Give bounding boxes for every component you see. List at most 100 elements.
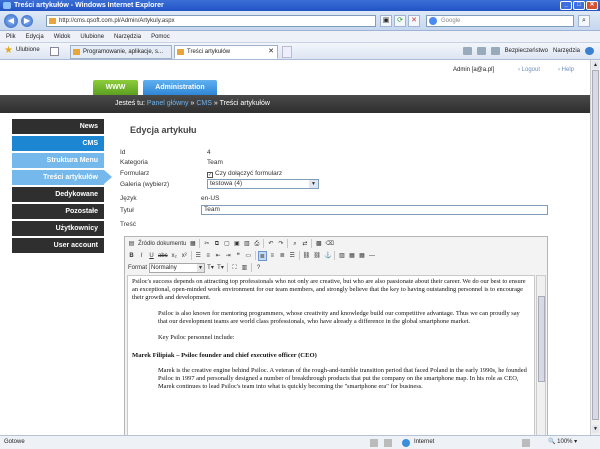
popup-blocker-icon[interactable] [522,439,530,447]
browser-tab-tresci[interactable]: Treści artykułów ✕ [174,45,278,59]
rss-feed-icon[interactable] [462,47,472,55]
copy-icon[interactable]: ⧉ [212,239,221,249]
close-window-button[interactable]: ✕ [586,1,598,10]
blockquote-icon[interactable]: ❝ [234,251,243,261]
menu-item-narzedzia[interactable]: Narzędzia [114,31,141,42]
paste-icon[interactable]: ▢ [222,239,231,249]
print-icon[interactable] [490,47,500,55]
scroll-up-icon[interactable]: ▲ [592,61,599,69]
select-all-icon[interactable]: ▩ [314,239,323,249]
italic-button[interactable]: I [137,251,146,261]
tab-close-icon[interactable]: ✕ [268,46,274,58]
align-right-icon[interactable]: ≣ [278,251,287,261]
div-icon[interactable]: ▭ [244,251,253,261]
sidebar-item-news[interactable]: News [12,119,104,134]
templates-icon[interactable]: ▦ [188,239,197,249]
administration-button[interactable]: Administration [143,80,217,95]
scroll-down-icon[interactable]: ▼ [592,425,599,433]
favorites-button[interactable]: Ulubione [16,47,40,53]
editor-scrollbar[interactable] [536,275,546,435]
sidebar-item-dedykowane[interactable]: Dedykowane [12,187,104,202]
tools-menu[interactable]: Narzędzia [553,47,580,56]
security-zone[interactable]: Internet [402,436,434,449]
flash-icon[interactable]: ▦ [347,251,356,261]
sidebar-item-struktura-menu[interactable]: Struktura Menu [12,153,104,168]
stop-button[interactable]: ✕ [408,15,420,27]
zoom-control[interactable]: 🔍 100% ▾ [548,436,577,449]
formularz-checkbox[interactable]: ✓ [207,172,213,178]
maximize-button[interactable]: □ [573,1,585,10]
strike-button[interactable]: abc [157,251,169,261]
search-button[interactable]: ⌕ [578,15,590,27]
quick-tabs-icon[interactable] [50,47,59,56]
menu-item-edycja[interactable]: Edycja [26,31,44,42]
bg-color-icon[interactable]: T▾ [216,263,225,273]
bold-button[interactable]: B [127,251,136,261]
compat-view-button[interactable]: ▣ [380,15,392,27]
mail-icon[interactable] [476,47,486,55]
menu-item-pomoc[interactable]: Pomoc [151,31,170,42]
paste-word-icon[interactable]: ▥ [242,239,251,249]
align-left-icon[interactable]: ≣ [257,250,267,261]
sidebar-item-cms[interactable]: CMS [12,136,104,151]
tytul-input[interactable]: Team [201,205,548,215]
remove-format-icon[interactable]: ⌫ [324,239,334,249]
page-scrollbar[interactable]: ▲ ▼ [590,60,600,435]
image-icon[interactable]: ▨ [337,251,346,261]
galeria-select[interactable]: testowa (4) ▼ [207,179,319,189]
underline-button[interactable]: U [147,251,156,261]
unlink-icon[interactable]: ⛓ [312,251,322,261]
show-blocks-icon[interactable]: ▥ [240,263,249,273]
sidebar-item-user-account[interactable]: User account [12,238,104,253]
indent-icon[interactable]: ⇥ [224,251,233,261]
format-combo[interactable]: Normalny ▼ [149,262,206,273]
help-link[interactable]: › Help [558,67,574,73]
source-icon[interactable]: ▤ [127,239,136,249]
horizontal-rule-icon[interactable]: ― [367,251,376,261]
menu-item-plik[interactable]: Plik [6,31,16,42]
table-icon[interactable]: ▦ [357,251,366,261]
refresh-button[interactable]: ⟳ [394,15,406,27]
find-icon[interactable]: ⌕ [290,239,299,249]
minimize-button[interactable]: _ [560,1,572,10]
justify-icon[interactable]: ☰ [288,251,297,261]
sidebar-item-tresci-artykulow[interactable]: Treści artykułów [12,170,112,185]
browser-tab-programowanie[interactable]: Programowanie, aplikacje, s... [70,45,172,59]
new-tab-button[interactable] [282,46,292,58]
replace-icon[interactable]: ⇄ [300,239,309,249]
security-menu[interactable]: Bezpieczeństwo [505,47,548,56]
editor-scrollbar-thumb[interactable] [538,296,545,382]
editor-content-area[interactable]: Psiloc's success depends on attracting t… [127,275,535,435]
page-scrollbar-thumb[interactable] [592,70,599,420]
sidebar-item-pozostale[interactable]: Pozostałe [12,204,104,219]
source-button[interactable]: Źródło dokumentu [137,239,187,249]
logout-link[interactable]: › Logout [518,67,540,73]
breadcrumb-home-link[interactable]: Panel główny [147,100,189,107]
print-icon[interactable]: ⎙ [252,239,261,249]
paste-text-icon[interactable]: ▣ [232,239,241,249]
maximize-icon[interactable]: ⛶ [230,263,239,273]
forward-button[interactable]: ▶ [21,15,33,27]
favorites-star-icon[interactable]: ★ [4,46,13,56]
menu-item-widok[interactable]: Widok [54,31,71,42]
outdent-icon[interactable]: ⇤ [214,251,223,261]
back-button[interactable]: ◀ [4,14,18,28]
redo-icon[interactable]: ↷ [276,239,285,249]
address-input[interactable]: http://cms.qsoft.com.pl/Admin/Artykuly.a… [46,15,376,27]
bulleted-list-icon[interactable]: ≡ [204,251,213,261]
www-button[interactable]: WWW [93,80,138,95]
anchor-icon[interactable]: ⚓ [323,251,332,261]
cut-icon[interactable]: ✂ [202,239,211,249]
text-color-icon[interactable]: T▾ [206,263,215,273]
menu-item-ulubione[interactable]: Ulubione [80,31,104,42]
undo-icon[interactable]: ↶ [266,239,275,249]
link-icon[interactable]: ⛓ [302,251,312,261]
subscript-button[interactable]: x₂ [170,251,179,261]
numbered-list-icon[interactable]: ☰ [194,251,203,261]
align-center-icon[interactable]: ≡ [268,251,277,261]
superscript-button[interactable]: x² [180,251,189,261]
breadcrumb-cms-link[interactable]: CMS [196,100,212,107]
search-input[interactable]: Google [426,15,574,27]
about-icon[interactable]: ? [254,263,263,273]
sidebar-item-uzytkownicy[interactable]: Użytkownicy [12,221,104,236]
